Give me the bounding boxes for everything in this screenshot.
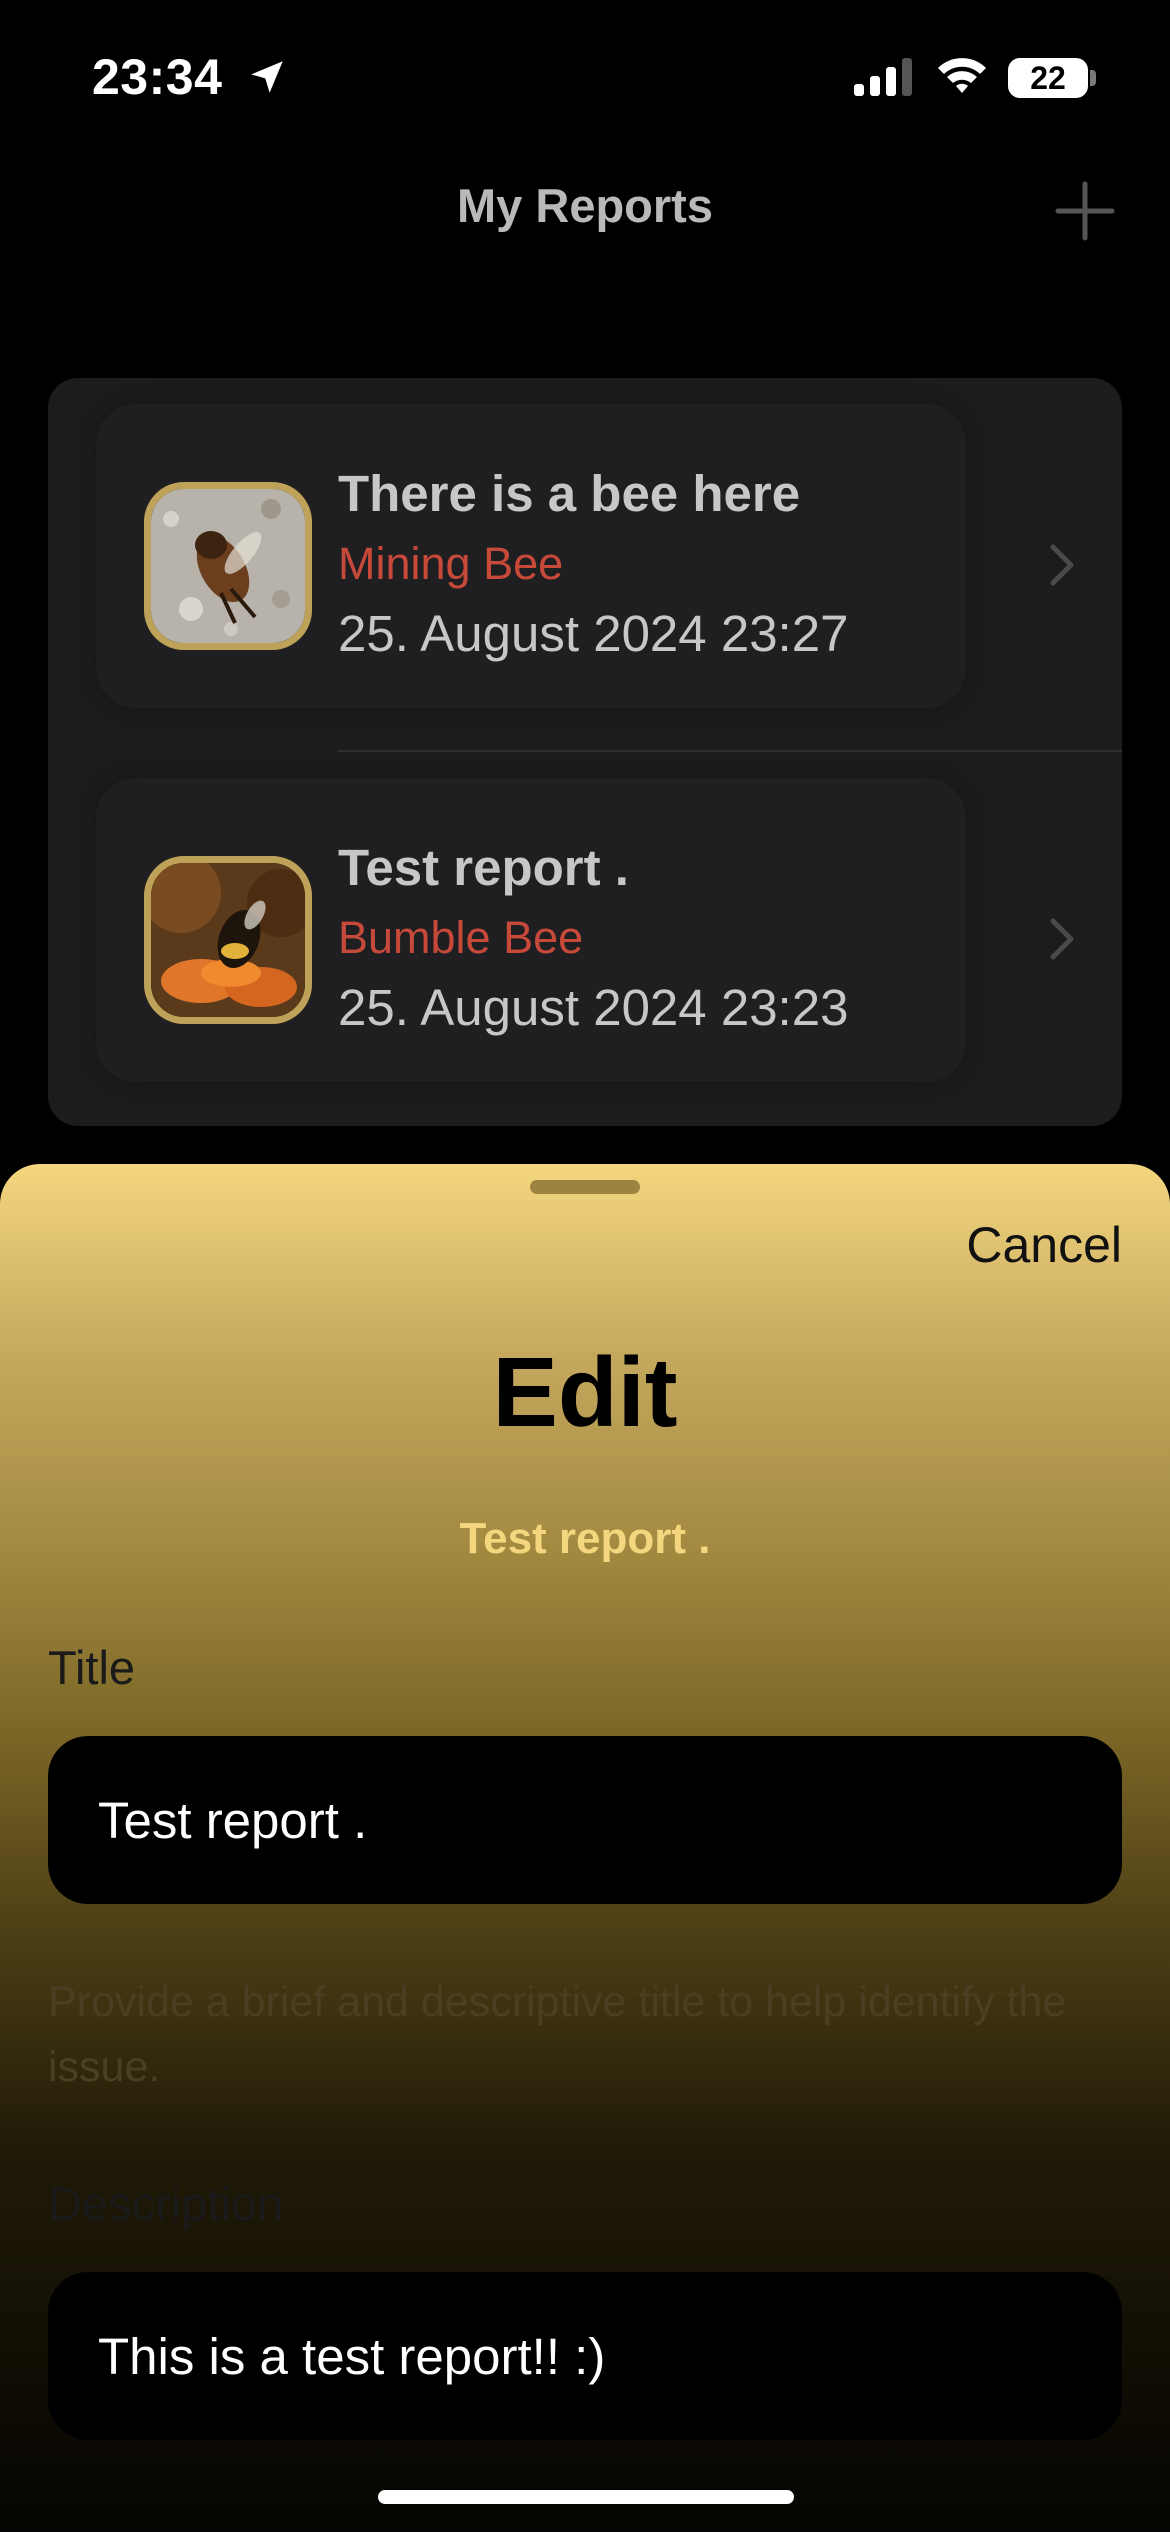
description-input[interactable]: This is a test report!! :) [48, 2272, 1122, 2440]
sheet-title: Edit [492, 1337, 678, 1447]
wifi-icon [938, 58, 986, 93]
status-bar: 23:34 22 [0, 0, 1170, 150]
report-title: There is a bee here [338, 465, 801, 522]
title-helper-text: Provide a brief and descriptive title to… [48, 1978, 1067, 2091]
report-title: Test report . [338, 839, 629, 896]
sheet-grabber[interactable] [530, 1180, 640, 1194]
chevron-right-icon [1050, 918, 1074, 960]
report-row[interactable]: There is a bee here Mining Bee 25. Augus… [48, 378, 1122, 752]
chevron-right-icon [1050, 544, 1074, 586]
report-species: Bumble Bee [338, 912, 584, 963]
screen: 23:34 22 My Reports There is a bee here … [0, 0, 1170, 2532]
cancel-button[interactable]: Cancel [966, 1216, 1122, 1274]
report-thumbnail [144, 856, 312, 1024]
report-species: Mining Bee [338, 538, 564, 589]
battery-cap [1090, 70, 1096, 86]
edit-sheet: Cancel Edit Test report . Title Test rep… [0, 1164, 1170, 2532]
report-date: 25. August 2024 23:23 [338, 979, 849, 1036]
description-label: Description [48, 2177, 284, 2230]
report-thumbnail [144, 482, 312, 650]
status-time: 23:34 [92, 49, 223, 105]
report-row[interactable]: Test report . Bumble Bee 25. August 2024… [48, 752, 1122, 1126]
cellular-signal-icon [854, 58, 912, 96]
location-arrow-icon [251, 61, 283, 93]
title-label: Title [48, 1641, 136, 1694]
title-input[interactable]: Test report . [48, 1736, 1122, 1904]
sheet-subtitle: Test report . [459, 1514, 711, 1563]
mining-bee-photo [151, 489, 305, 643]
bumble-bee-photo [151, 863, 305, 1017]
page-title: My Reports [457, 179, 713, 232]
home-indicator [378, 2490, 794, 2504]
report-date: 25. August 2024 23:27 [338, 605, 849, 662]
add-report-button[interactable] [1052, 178, 1118, 244]
battery-indicator: 22 [1008, 58, 1088, 98]
report-list: There is a bee here Mining Bee 25. Augus… [48, 378, 1122, 1126]
